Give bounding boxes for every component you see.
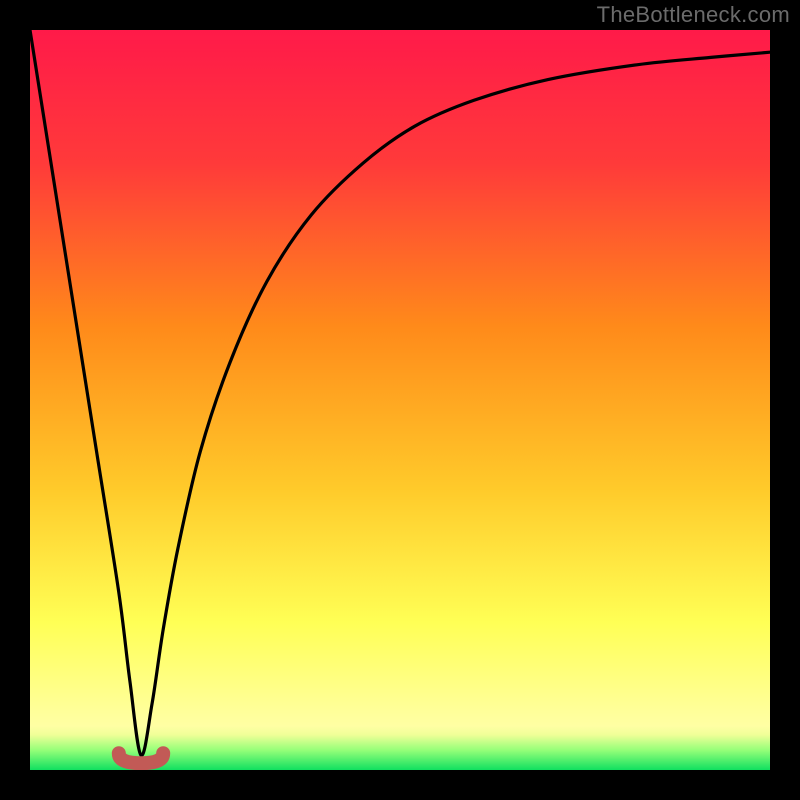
curve-layer	[30, 30, 770, 770]
bottleneck-curve	[30, 30, 770, 755]
watermark-text: TheBottleneck.com	[597, 2, 790, 28]
chart-frame: TheBottleneck.com	[0, 0, 800, 800]
plot-area	[30, 30, 770, 770]
